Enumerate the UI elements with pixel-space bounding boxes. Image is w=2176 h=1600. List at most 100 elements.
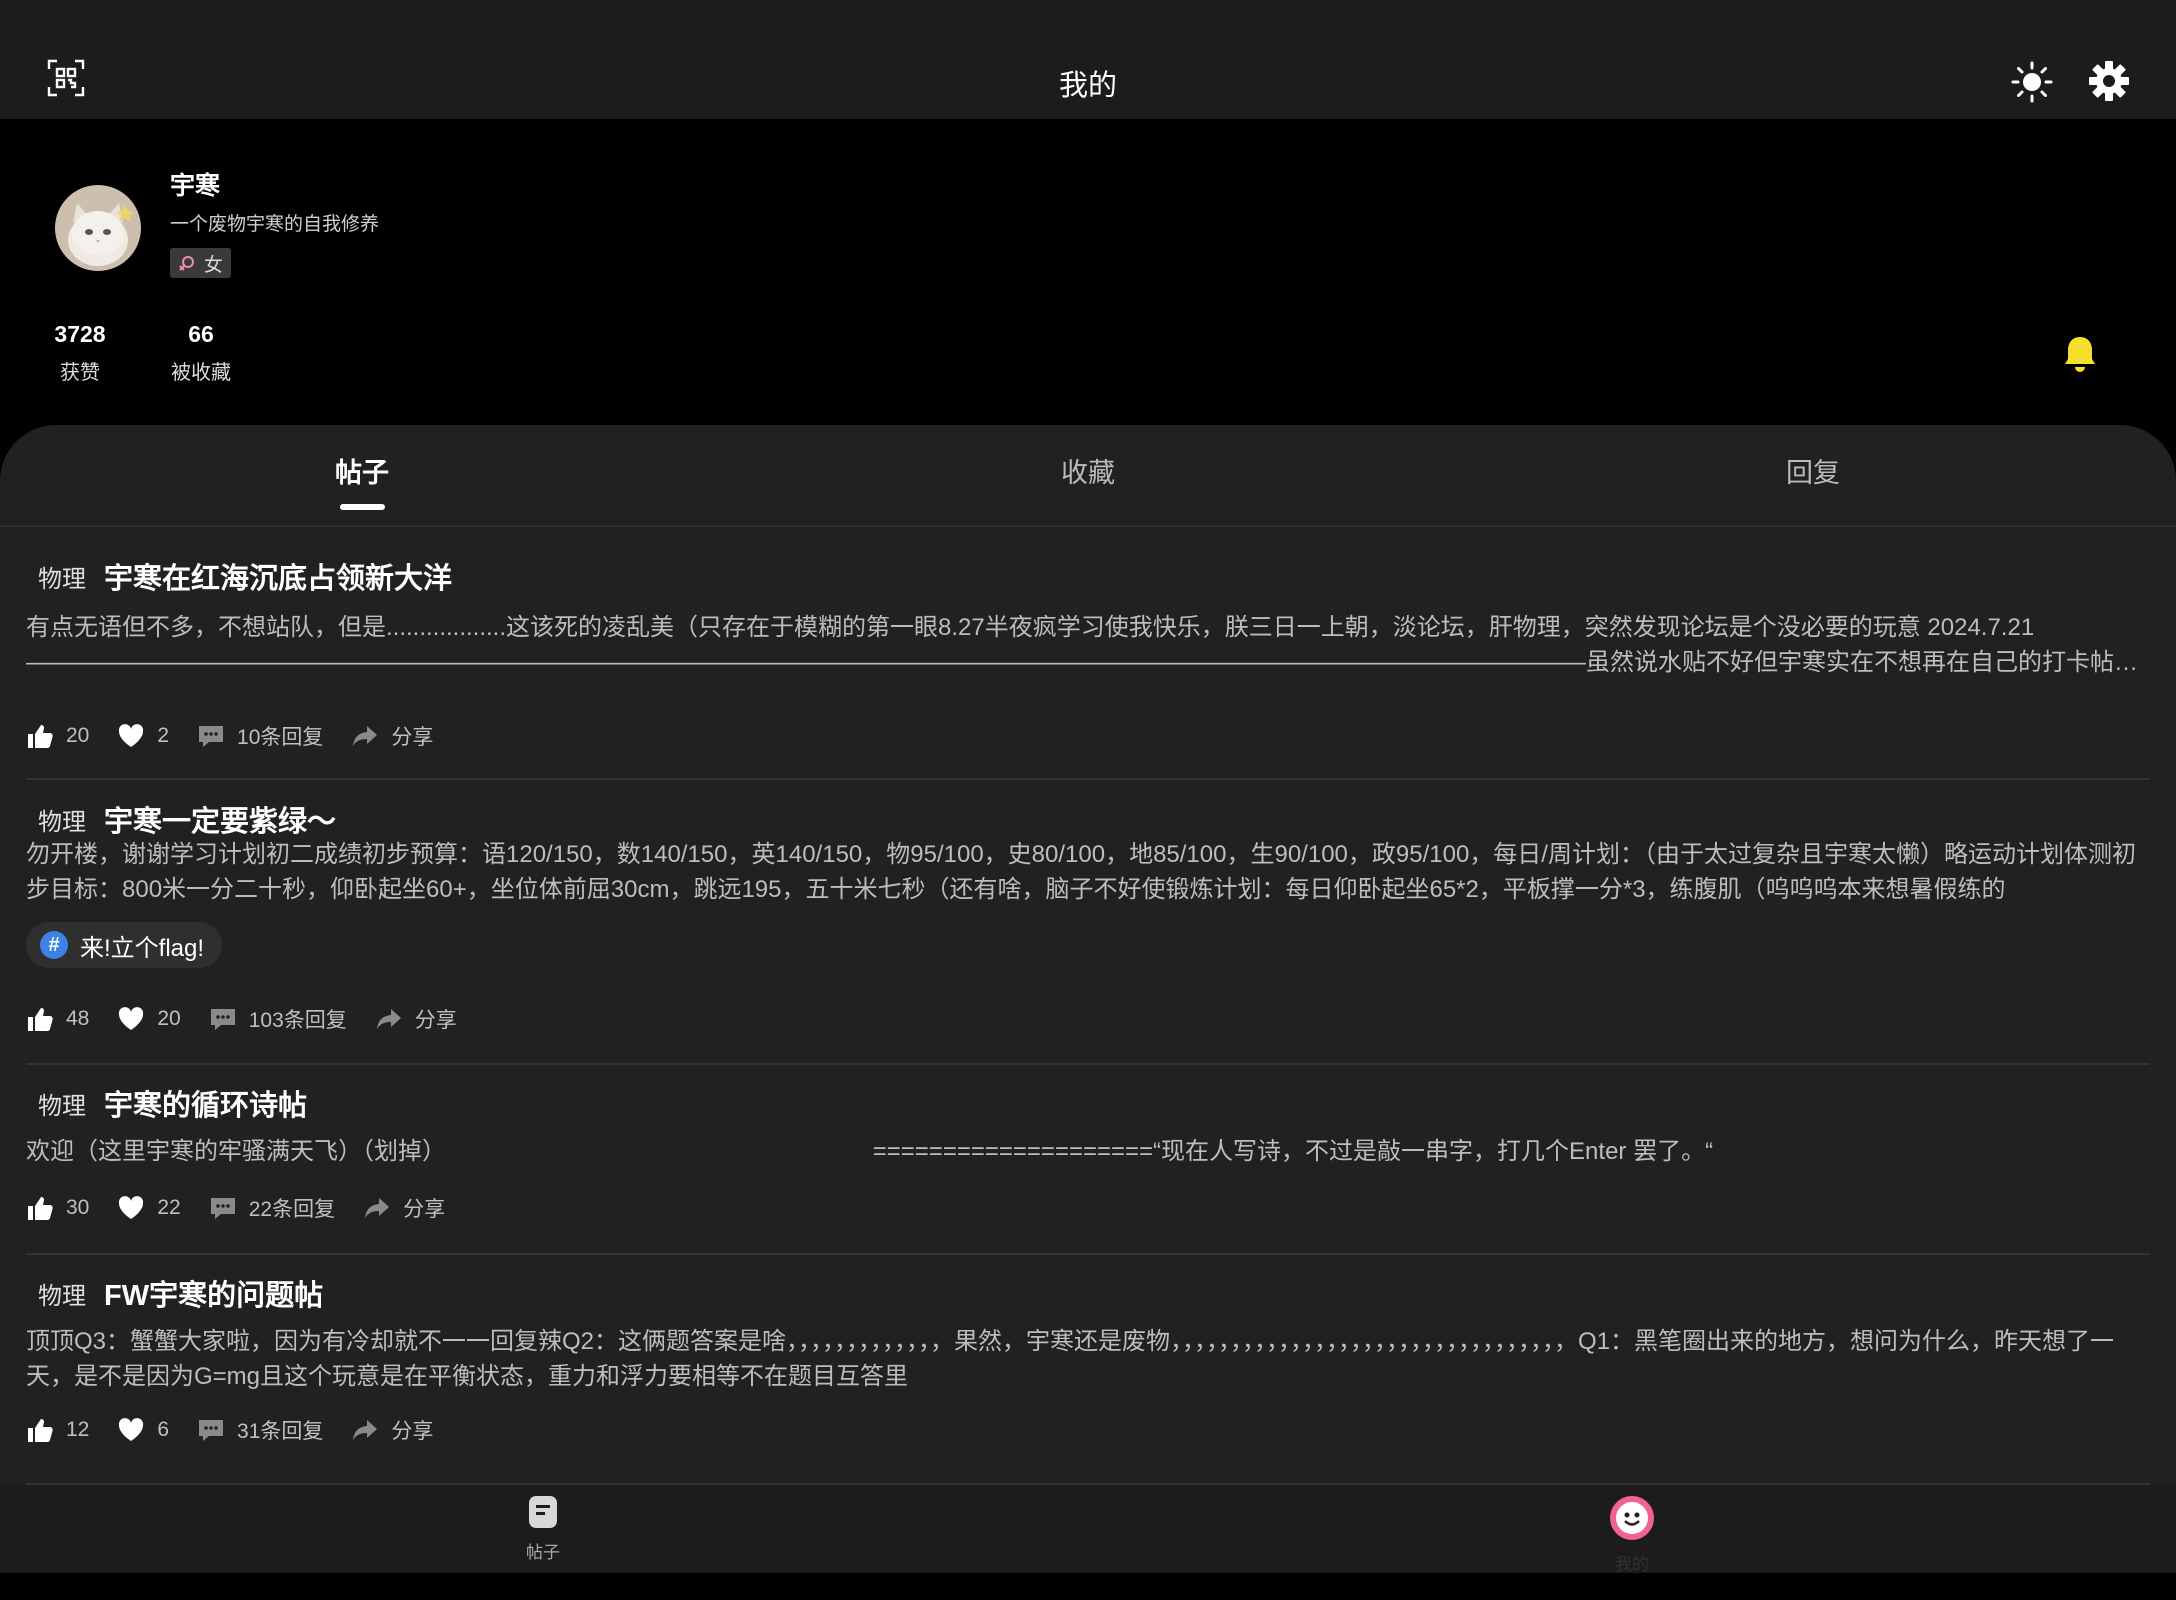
tab-bar: 帖子 收藏 回复: [0, 425, 2176, 527]
reply-count: 22条回复: [248, 1198, 336, 1221]
favorite-action[interactable]: 2: [117, 722, 169, 750]
gender-badge: 女: [170, 248, 232, 278]
nav-posts-label: 帖子: [526, 1543, 560, 1562]
share-action[interactable]: 分享: [363, 1193, 445, 1223]
post-header: 物理 宇寒一定要紫绿～: [26, 798, 336, 840]
nav-posts[interactable]: 帖子: [493, 1495, 593, 1563]
post-title[interactable]: FW宇寒的问题帖: [104, 1272, 323, 1314]
stat-favorites-value: 66: [188, 321, 214, 347]
reply-count: 10条回复: [237, 726, 324, 749]
post-body[interactable]: 顶顶Q3：蟹蟹大家啦，因为有冷却就不一一回复辣Q2：这俩题答案是啥，，，，，，，…: [26, 1324, 2150, 1394]
system-nav-strip: [0, 1573, 2176, 1600]
bottom-navigation: 帖子 我的: [0, 1485, 2176, 1575]
share-icon: [353, 726, 378, 746]
username: 宇寒: [170, 172, 221, 200]
post-title[interactable]: 宇寒一定要紫绿～: [104, 798, 336, 840]
share-label: 分享: [391, 1420, 434, 1443]
favorite-count: 22: [157, 1196, 181, 1219]
female-icon: [179, 256, 194, 271]
post-category[interactable]: 物理: [26, 802, 98, 837]
reply-action[interactable]: 103条回复: [209, 1004, 347, 1034]
top-app-bar: 我的: [0, 0, 2176, 119]
stat-likes-value: 3728: [54, 321, 106, 347]
profile-section: [0, 119, 2176, 439]
tab-replies[interactable]: 回复: [1786, 451, 1840, 490]
post-title[interactable]: 宇寒在红海沉底占领新大洋: [104, 555, 452, 597]
tab-indicator: [340, 504, 385, 510]
post-header: 物理 FW宇寒的问题帖: [26, 1272, 323, 1314]
favorite-action[interactable]: 20: [117, 1005, 181, 1033]
tab-favorites[interactable]: 收藏: [1061, 451, 1115, 490]
bell-icon[interactable]: [2063, 335, 2097, 373]
share-action[interactable]: 分享: [375, 1004, 457, 1034]
share-action[interactable]: 分享: [351, 1415, 433, 1445]
like-count: 20: [66, 724, 90, 747]
favorite-count: 2: [157, 724, 170, 747]
thumbs-up-icon: [28, 725, 53, 748]
post-actions: 30 22 22条回复 分享: [26, 1193, 473, 1223]
tab-posts[interactable]: 帖子: [335, 451, 389, 490]
content-panel: 帖子 收藏 回复 物理 宇寒在红海沉底占领新大洋 有点无语但不多，不想站队，但是…: [0, 425, 2176, 1485]
like-action[interactable]: 12: [26, 1416, 89, 1444]
like-count: 12: [66, 1418, 90, 1441]
reply-action[interactable]: 31条回复: [197, 1415, 323, 1445]
post-category[interactable]: 物理: [26, 1276, 98, 1311]
post-header: 物理 宇寒的循环诗帖: [26, 1082, 307, 1124]
thumbs-up-icon: [28, 1197, 53, 1220]
post-card[interactable]: 物理 FW宇寒的问题帖 顶顶Q3：蟹蟹大家啦，因为有冷却就不一一回复辣Q2：这俩…: [26, 1253, 2150, 1485]
like-count: 30: [66, 1196, 90, 1219]
comment-icon: [199, 1420, 224, 1441]
stat-likes[interactable]: 3728 获赞: [48, 321, 112, 385]
page-title: 我的: [1058, 70, 1117, 102]
posts-icon: [529, 1496, 557, 1528]
comment-icon: [210, 1009, 235, 1030]
like-count: 48: [66, 1007, 90, 1030]
post-topic-tag[interactable]: # 来!立个flag!: [26, 922, 223, 968]
avatar[interactable]: [55, 185, 141, 271]
post-body[interactable]: 勿开楼，谢谢学习计划初二成绩初步预算：语120/150，数140/150，英14…: [26, 837, 2150, 907]
post-body[interactable]: 有点无语但不多，不想站队，但是..................这该死的凌乱美…: [26, 610, 2150, 680]
post-body[interactable]: 欢迎（这里宇寒的牢骚满天飞）（划掉） ====================“…: [26, 1134, 2150, 1169]
gear-icon[interactable]: [2087, 59, 2131, 103]
post-title[interactable]: 宇寒的循环诗帖: [104, 1082, 307, 1124]
reply-count: 31条回复: [237, 1420, 324, 1443]
stat-favorites-label: 被收藏: [171, 362, 231, 384]
comment-icon: [199, 726, 224, 747]
heart-icon: [119, 1196, 144, 1219]
reply-action[interactable]: 10条回复: [197, 721, 323, 751]
favorite-count: 6: [157, 1418, 170, 1441]
post-category[interactable]: 物理: [26, 559, 98, 594]
topic-label: 来!立个flag!: [80, 934, 205, 962]
hashtag-icon: #: [40, 931, 68, 959]
stat-favorites[interactable]: 66 被收藏: [165, 321, 237, 385]
comment-icon: [210, 1198, 235, 1219]
thumbs-up-icon: [28, 1419, 53, 1442]
favorite-action[interactable]: 22: [117, 1194, 181, 1222]
post-category[interactable]: 物理: [26, 1086, 98, 1121]
post-card[interactable]: 物理 宇寒一定要紫绿～ 勿开楼，谢谢学习计划初二成绩初步预算：语120/150，…: [26, 778, 2150, 1065]
like-action[interactable]: 20: [26, 722, 89, 750]
share-label: 分享: [414, 1009, 457, 1032]
heart-icon: [119, 724, 144, 747]
share-icon: [376, 1009, 401, 1029]
like-action[interactable]: 30: [26, 1194, 89, 1222]
favorite-count: 20: [157, 1007, 181, 1030]
sun-icon[interactable]: [2010, 60, 2054, 104]
favorite-action[interactable]: 6: [117, 1416, 169, 1444]
post-actions: 20 2 10条回复 分享: [26, 721, 461, 751]
post-card[interactable]: 物理 宇寒在红海沉底占领新大洋 有点无语但不多，不想站队，但是.........…: [26, 550, 2150, 780]
post-header: 物理 宇寒在红海沉底占领新大洋: [26, 555, 452, 597]
share-action[interactable]: 分享: [351, 721, 433, 751]
share-label: 分享: [403, 1198, 446, 1221]
post-actions: 12 6 31条回复 分享: [26, 1415, 461, 1445]
stat-likes-label: 获赞: [60, 362, 100, 384]
nav-mine-label: 我的: [1615, 1555, 1649, 1574]
post-card[interactable]: 物理 宇寒的循环诗帖 欢迎（这里宇寒的牢骚满天飞）（划掉） ==========…: [26, 1063, 2150, 1255]
gender-label: 女: [204, 254, 224, 276]
reply-count: 103条回复: [248, 1009, 347, 1032]
heart-icon: [119, 1418, 144, 1441]
nav-mine[interactable]: 我的: [1582, 1495, 1682, 1575]
share-icon: [365, 1198, 390, 1218]
reply-action[interactable]: 22条回复: [209, 1193, 335, 1223]
like-action[interactable]: 48: [26, 1005, 89, 1033]
